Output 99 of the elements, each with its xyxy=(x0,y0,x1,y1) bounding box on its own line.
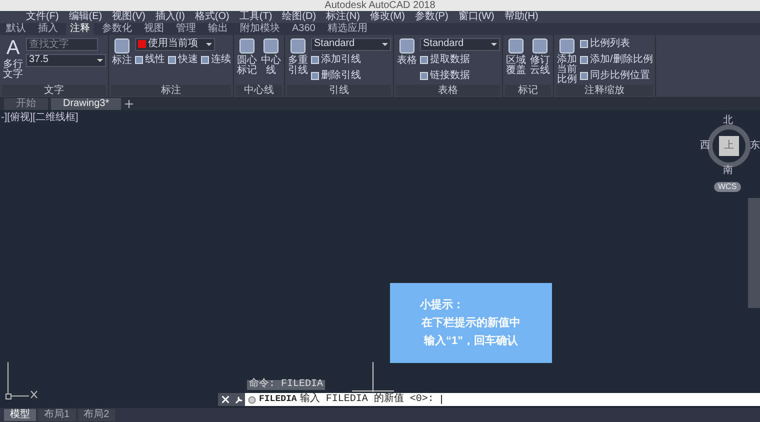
caret-icon xyxy=(206,42,212,46)
viewport-label[interactable]: -][俯视][二维线框] xyxy=(1,113,78,123)
dropdown[interactable]: 使用当前项 xyxy=(135,38,215,50)
text-glyph-icon: A xyxy=(6,37,20,59)
compass-label: 西 xyxy=(700,141,710,151)
tool-icon xyxy=(168,56,176,64)
ribbon-button[interactable]: 表格 xyxy=(396,37,418,85)
compass-label: 北 xyxy=(723,116,733,126)
dropdown-value: Standard xyxy=(423,39,465,49)
caret-icon xyxy=(491,42,497,46)
ribbon-button[interactable]: 区域覆盖 xyxy=(505,37,527,85)
panel-title: 中心线 xyxy=(236,85,282,96)
menu-item[interactable]: 标注(N) xyxy=(326,12,360,22)
menu-item[interactable]: 编辑(E) xyxy=(68,12,102,22)
ribbon-tab[interactable]: 插入 xyxy=(34,23,62,35)
ribbon-button[interactable]: 添加当前比例 xyxy=(556,37,578,85)
ribbon-tab[interactable]: 参数化 xyxy=(98,23,136,35)
tool-icon xyxy=(238,37,256,55)
command-name: FILEDIA xyxy=(259,395,297,404)
dropdown-value: 使用当前项 xyxy=(148,39,199,49)
ribbon-button[interactable]: 中心线 xyxy=(260,37,282,85)
dropdown[interactable]: 37.5 xyxy=(26,54,106,66)
ribbon-button[interactable]: 连续 xyxy=(201,55,231,65)
command-prompt: 输入 FILEDIA 的新值 <0>: xyxy=(300,394,434,404)
menu-item[interactable]: 文件(F) xyxy=(26,12,59,22)
menu-item[interactable]: 修改(M) xyxy=(370,12,405,22)
compass-label: 南 xyxy=(723,166,733,176)
ribbon-button[interactable]: 比例列表 xyxy=(580,39,630,49)
dropdown-value: Standard xyxy=(314,39,356,49)
ribbon-tab[interactable]: 精选应用 xyxy=(323,23,372,35)
tool-icon xyxy=(531,37,549,55)
ribbon-tab[interactable]: A360 xyxy=(288,23,320,35)
tip-title: 小提示： xyxy=(418,300,464,310)
customize-button[interactable] xyxy=(232,393,245,406)
ribbon-tab[interactable]: 视图 xyxy=(140,23,168,35)
panel-title: 文字 xyxy=(2,85,106,96)
wrench-icon xyxy=(234,396,242,404)
caret-icon xyxy=(97,58,103,62)
menu-item[interactable]: 视图(V) xyxy=(112,12,146,22)
menu-item[interactable]: 格式(O) xyxy=(194,12,230,22)
layout-tab[interactable]: 布局2 xyxy=(78,409,116,421)
panel-title: 标注 xyxy=(111,85,231,96)
command-history: 命令: FILEDIA xyxy=(247,380,326,390)
dropdown[interactable]: Standard xyxy=(311,38,391,50)
tool-icon xyxy=(113,37,131,55)
tool-icon xyxy=(289,37,307,55)
menu-item[interactable]: 参数(P) xyxy=(414,12,448,22)
dropdown-value: 37.5 xyxy=(29,55,50,65)
tool-icon xyxy=(201,56,209,64)
ribbon-button[interactable]: A 多行文字 xyxy=(2,37,24,85)
panel-title: 标记 xyxy=(505,85,551,96)
crosshair-cursor xyxy=(352,362,394,392)
ribbon-tab[interactable]: 附加模块 xyxy=(236,23,284,35)
ribbon-button[interactable]: 修订云线 xyxy=(529,37,551,85)
panel-title: 引线 xyxy=(287,85,391,96)
add-tab-icon[interactable] xyxy=(124,99,134,109)
tip-text: 输入“1”，回车确认 xyxy=(424,336,518,346)
ribbon-tab[interactable]: 输出 xyxy=(204,23,232,35)
tool-icon xyxy=(507,37,525,55)
layout-tab[interactable]: 模型 xyxy=(4,409,36,421)
ribbon-button[interactable]: 快速 xyxy=(168,55,198,65)
close-button[interactable] xyxy=(218,393,232,406)
ribbon-button[interactable]: 多重引线 xyxy=(287,37,309,85)
ribbon-tab[interactable]: 注释 xyxy=(66,23,94,35)
panel-title: 注释缩放 xyxy=(556,85,653,96)
ribbon-button[interactable]: 标注 xyxy=(111,37,133,85)
ribbon-tab[interactable]: 默认 xyxy=(2,23,30,35)
tool-icon xyxy=(135,56,143,64)
tool-icon xyxy=(558,37,576,54)
menu-item[interactable]: 窗口(W) xyxy=(458,12,494,22)
menu-item[interactable]: 插入(I) xyxy=(155,12,185,22)
ribbon-button[interactable]: 同步比例位置 xyxy=(580,71,650,81)
menu-item[interactable]: 帮助(H) xyxy=(504,12,538,22)
menu-item[interactable]: 绘图(D) xyxy=(282,12,316,22)
menu-item[interactable]: 工具(T) xyxy=(239,12,272,22)
drawing-canvas[interactable]: -][俯视][二维线框] 北 西 上 东 南 WCS 小提示： 在下栏提示的新值中 输入“1”，回车确认 命令: FILEDIA FILEDIA 输入 FILEDIA 的新值 <0>: xyxy=(0,110,760,408)
window-title: Autodesk AutoCAD 2018 xyxy=(324,0,436,11)
ribbon-button[interactable]: 删除引线 xyxy=(311,71,361,81)
ribbon-button[interactable]: 提取数据 xyxy=(420,55,470,65)
layout-tab[interactable]: 布局1 xyxy=(38,409,76,421)
caret-icon xyxy=(382,42,388,46)
panel-title: 表格 xyxy=(396,85,500,96)
ribbon-button[interactable]: 添加引线 xyxy=(311,55,361,65)
file-tab[interactable]: 开始 xyxy=(4,98,48,110)
tool-icon xyxy=(398,37,416,55)
compass-label: 东 xyxy=(750,141,760,151)
dropdown[interactable]: Standard xyxy=(420,38,500,50)
tip-text: 在下栏提示的新值中 xyxy=(422,318,520,328)
command-line-field[interactable]: FILEDIA 输入 FILEDIA 的新值 <0>: xyxy=(245,393,760,406)
close-icon xyxy=(222,396,228,403)
ribbon-button[interactable]: 圆心标记 xyxy=(236,37,258,85)
ribbon-button[interactable]: 添加/删除比例 xyxy=(580,55,653,65)
file-tab[interactable]: Drawing3* xyxy=(51,98,122,110)
ribbon-button[interactable]: 线性 xyxy=(135,55,165,65)
text-cursor xyxy=(440,395,442,404)
ribbon-tab[interactable]: 管理 xyxy=(172,23,200,35)
ribbon-button[interactable]: 链接数据 xyxy=(420,71,470,81)
command-prompt-icon xyxy=(248,396,256,404)
tool-icon xyxy=(262,37,280,55)
